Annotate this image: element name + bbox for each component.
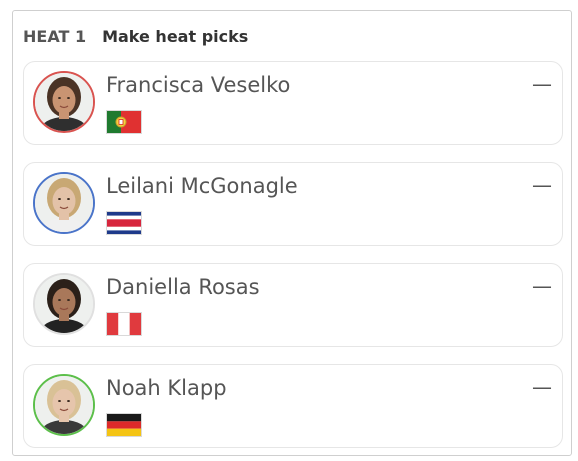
germany-flag-icon [106,413,142,437]
surfer-avatar [33,273,95,335]
portrait-photo [35,174,93,232]
pick-toggle-button[interactable]: — [532,274,552,298]
portrait-photo [35,275,93,333]
make-heat-picks-title: Make heat picks [102,27,249,46]
heat-header: HEAT 1 Make heat picks [23,27,248,46]
surfer-name: Francisca Veselko [106,73,291,97]
heat-label: HEAT 1 [23,27,87,46]
surfer-card-1[interactable]: Francisca Veselko — [23,61,563,145]
pick-toggle-button[interactable]: — [532,375,552,399]
heat-panel: HEAT 1 Make heat picks Francisca Veselko… [12,10,572,456]
portrait-photo [35,73,93,131]
pick-toggle-button[interactable]: — [532,72,552,96]
surfer-card-2[interactable]: Leilani McGonagle — [23,162,563,246]
surfer-avatar [33,71,95,133]
portrait-photo [35,376,93,434]
surfer-avatar [33,172,95,234]
surfer-name: Daniella Rosas [106,275,260,299]
surfer-card-4[interactable]: Noah Klapp — [23,364,563,448]
peru-flag-icon [106,312,142,336]
costa-rica-flag-icon [106,211,142,235]
surfer-name: Leilani McGonagle [106,174,298,198]
pick-toggle-button[interactable]: — [532,173,552,197]
surfer-name: Noah Klapp [106,376,227,400]
portugal-flag-icon [106,110,142,134]
surfer-avatar [33,374,95,436]
surfer-card-3[interactable]: Daniella Rosas — [23,263,563,347]
